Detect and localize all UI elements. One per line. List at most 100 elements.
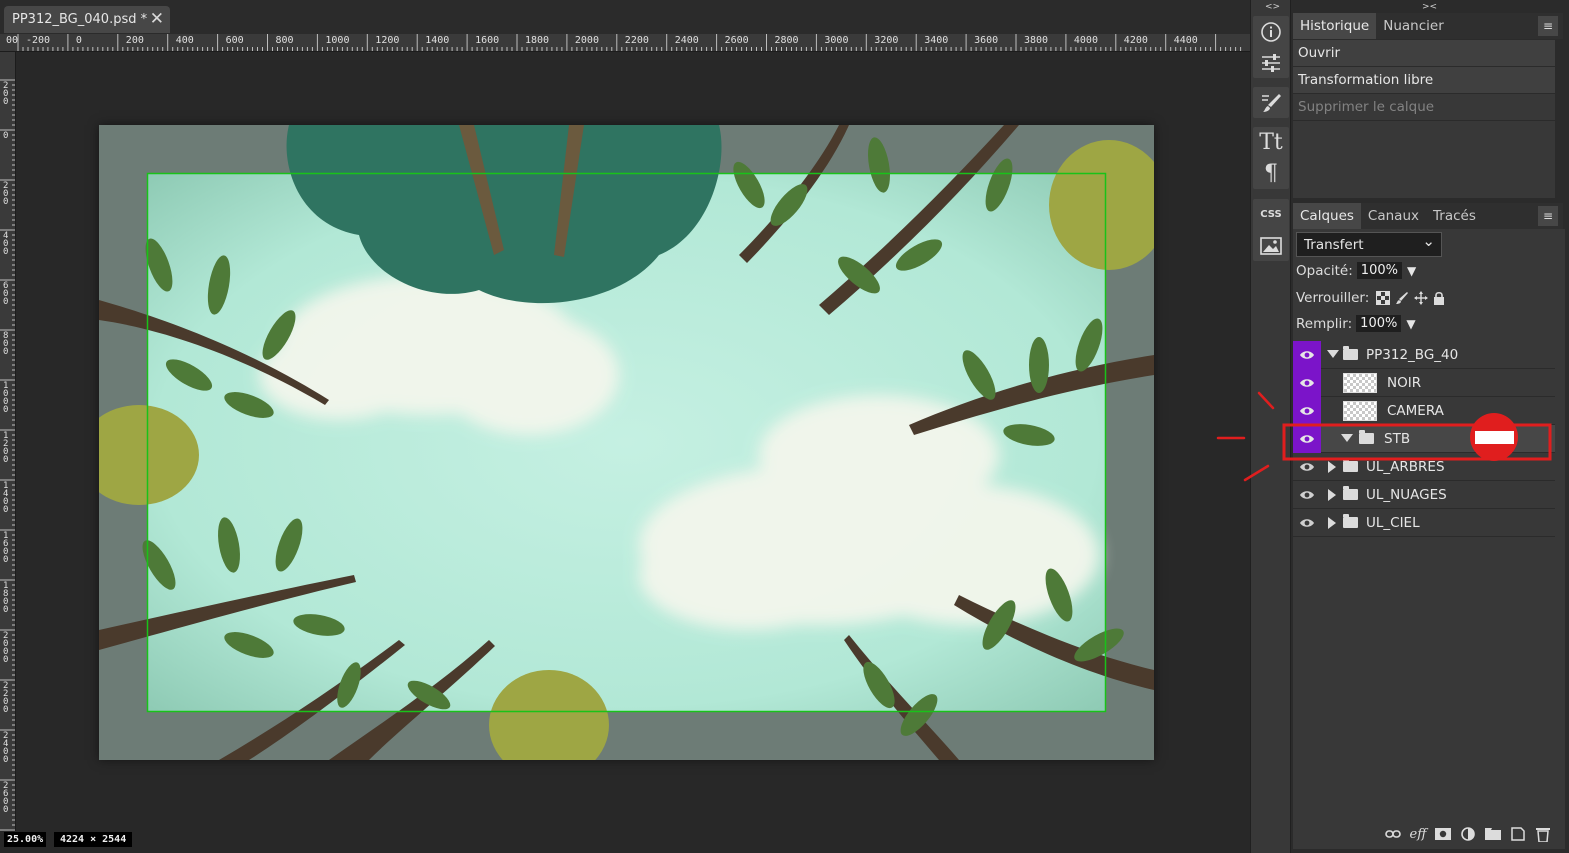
ruler-tick-label: 1200 xyxy=(375,35,400,46)
lock-row: Verrouiller: xyxy=(1296,290,1445,306)
link-icon[interactable] xyxy=(1385,826,1401,842)
brush-settings-icon[interactable] xyxy=(1253,87,1289,118)
close-icon[interactable]: ✕ xyxy=(150,9,164,29)
visibility-eye-icon[interactable] xyxy=(1293,453,1321,481)
layer-list: PP312_BG_40 NOIR CAMERA STB UL_ARBRES UL… xyxy=(1293,341,1555,537)
adjustments-icon[interactable] xyxy=(1253,47,1289,78)
ruler-tick-label: 1400 xyxy=(3,481,9,515)
collapse-group-icon[interactable] xyxy=(1341,434,1353,442)
lock-transparency-icon[interactable] xyxy=(1376,291,1391,305)
ruler-tick-label: 1600 xyxy=(475,35,500,46)
mask-icon[interactable] xyxy=(1435,826,1451,842)
ruler-tick-label: 2800 xyxy=(774,35,799,46)
tab-calques[interactable]: Calques xyxy=(1293,203,1361,229)
css-icon[interactable]: CSS xyxy=(1253,199,1289,230)
layer-row[interactable]: NOIR xyxy=(1293,369,1555,397)
layer-name: UL_ARBRES xyxy=(1366,459,1445,475)
layer-thumbnail xyxy=(1343,373,1377,393)
tab-traces[interactable]: Tracés xyxy=(1426,203,1483,229)
layer-name: NOIR xyxy=(1387,375,1422,391)
new-group-icon[interactable] xyxy=(1485,826,1501,842)
ruler-tick-label: 600 xyxy=(3,281,9,307)
folder-icon xyxy=(1343,514,1358,528)
expand-group-icon[interactable] xyxy=(1328,489,1336,501)
zoom-level[interactable]: 25.00% xyxy=(4,832,47,847)
visibility-eye-icon[interactable] xyxy=(1293,397,1321,425)
opacity-label: Opacité: xyxy=(1296,262,1353,279)
adjustment-layer-icon[interactable] xyxy=(1460,826,1476,842)
layer-row[interactable]: CAMERA xyxy=(1293,397,1555,425)
document-tab[interactable]: PP312_BG_040.psd * ✕ xyxy=(4,6,170,33)
fill-dropdown-icon[interactable]: ▼ xyxy=(1406,317,1415,331)
folder-icon xyxy=(1343,346,1358,360)
collapse-panels-icon[interactable]: >< xyxy=(1422,2,1437,12)
visibility-eye-icon[interactable] xyxy=(1293,369,1321,397)
ruler-tick-label: -200 xyxy=(26,35,51,46)
history-item[interactable]: Ouvrir xyxy=(1293,40,1555,67)
layer-row[interactable]: UL_CIEL xyxy=(1293,509,1555,537)
visibility-eye-icon[interactable] xyxy=(1293,425,1321,453)
lock-all-icon[interactable] xyxy=(1433,291,1445,305)
panel-menu-icon[interactable]: ≡ xyxy=(1538,206,1558,226)
tab-historique[interactable]: Historique xyxy=(1293,13,1377,39)
folder-icon xyxy=(1343,486,1358,500)
lock-pixels-icon[interactable] xyxy=(1395,291,1409,305)
ruler-tick-label: 200 xyxy=(125,35,144,46)
document-tab-title: PP312_BG_040.psd * xyxy=(12,12,148,27)
layer-row[interactable]: PP312_BG_40 xyxy=(1293,341,1555,369)
paragraph-icon[interactable]: ¶ xyxy=(1253,158,1289,189)
ruler-tick-label: 4000 xyxy=(1073,35,1098,46)
visibility-eye-icon[interactable] xyxy=(1293,481,1321,509)
layer-row-selected[interactable]: STB xyxy=(1293,425,1555,453)
fill-row: Remplir: 100% ▼ xyxy=(1296,315,1416,332)
layer-name: UL_CIEL xyxy=(1366,515,1420,531)
effects-icon[interactable]: eff xyxy=(1410,826,1427,842)
collapse-group-icon[interactable] xyxy=(1327,350,1339,358)
new-layer-icon[interactable] xyxy=(1510,826,1526,842)
ruler-tick-label: 1600 xyxy=(3,531,9,565)
tab-nuancier[interactable]: Nuancier xyxy=(1376,13,1451,39)
history-item[interactable]: Transformation libre xyxy=(1293,67,1555,94)
ruler-tick-label: 2400 xyxy=(674,35,699,46)
tab-canaux[interactable]: Canaux xyxy=(1361,203,1426,229)
ruler-tick-label: 2200 xyxy=(624,35,649,46)
image-icon[interactable] xyxy=(1253,230,1289,261)
ruler-tick-label: 3400 xyxy=(924,35,949,46)
layer-row[interactable]: UL_NUAGES xyxy=(1293,481,1555,509)
blend-mode-select[interactable]: Transfert xyxy=(1296,229,1442,257)
vertical-ruler[interactable]: 200 0 200 400 600 800 1000 1200 1400 1600 1800 2000… xyxy=(0,52,16,831)
ruler-tick-label: 1000 xyxy=(3,381,9,415)
opacity-input[interactable]: 100% xyxy=(1356,262,1402,279)
visibility-eye-icon[interactable] xyxy=(1293,341,1321,369)
panel-menu-icon[interactable]: ≡ xyxy=(1538,16,1558,36)
expand-panels-icon[interactable]: <> xyxy=(1265,2,1280,12)
expand-group-icon[interactable] xyxy=(1328,461,1336,473)
opacity-dropdown-icon[interactable]: ▼ xyxy=(1407,264,1416,278)
expand-group-icon[interactable] xyxy=(1328,517,1336,529)
document-dimensions: 4224 × 2544 xyxy=(54,832,133,847)
ruler-tick-label: 2200 xyxy=(3,681,9,715)
ruler-tick-label: 4400 xyxy=(1173,35,1198,46)
fill-label: Remplir: xyxy=(1296,315,1353,332)
layer-name: STB xyxy=(1384,431,1411,447)
layer-row[interactable]: UL_ARBRES xyxy=(1293,453,1555,481)
layers-footer: eff xyxy=(1293,819,1565,849)
tool-group-export: CSS xyxy=(1253,199,1289,261)
ruler-tick-label: 2600 xyxy=(3,781,9,815)
history-scrollbar[interactable] xyxy=(1557,40,1565,198)
ruler-tick-label: 00 xyxy=(6,35,19,46)
layers-scrollbar[interactable] xyxy=(1565,341,1569,817)
delete-icon[interactable] xyxy=(1535,826,1551,842)
ruler-tick-label: 4200 xyxy=(1123,35,1148,46)
lock-position-icon[interactable] xyxy=(1414,291,1429,305)
visibility-eye-icon[interactable] xyxy=(1293,509,1321,537)
ruler-tick-label: 2000 xyxy=(574,35,599,46)
css-label: CSS xyxy=(1260,209,1282,220)
ruler-tick-label: 2000 xyxy=(3,631,9,665)
horizontal-ruler[interactable]: 00 -200 0 200 400 600 800 1000 1200 1400 1600 1800 2… xyxy=(0,34,1250,52)
character-icon[interactable]: Tt xyxy=(1253,127,1289,158)
document-canvas[interactable] xyxy=(99,125,1154,760)
info-icon[interactable] xyxy=(1253,16,1289,47)
fill-input[interactable]: 100% xyxy=(1356,315,1402,332)
history-item[interactable]: Supprimer le calque xyxy=(1293,94,1555,121)
